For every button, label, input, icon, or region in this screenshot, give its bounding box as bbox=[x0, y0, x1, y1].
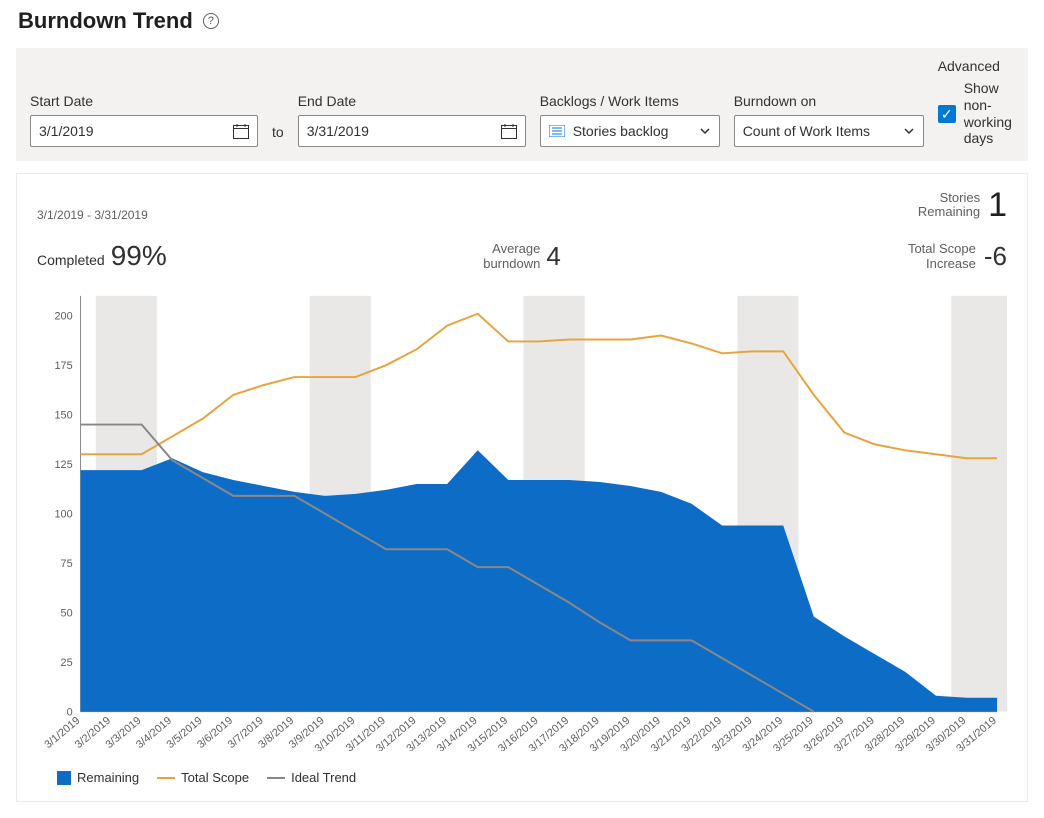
ideal-swatch bbox=[267, 777, 285, 779]
start-date-input[interactable]: 3/1/2019 bbox=[30, 115, 258, 147]
burndown-on-value: Count of Work Items bbox=[743, 123, 870, 139]
backlog-label: Backlogs / Work Items bbox=[540, 93, 720, 109]
calendar-icon bbox=[501, 124, 517, 139]
chart-card: 3/1/2019 - 3/31/2019 Stories Remaining 1… bbox=[16, 173, 1028, 802]
avg-burndown-label1: Average bbox=[492, 242, 540, 256]
legend-remaining: Remaining bbox=[57, 770, 139, 785]
legend-ideal-label: Ideal Trend bbox=[291, 770, 356, 785]
svg-text:100: 100 bbox=[54, 509, 72, 521]
show-nonworking-checkbox[interactable]: ✓ bbox=[938, 105, 956, 123]
stories-remaining-value: 1 bbox=[988, 188, 1007, 222]
chevron-down-icon bbox=[699, 125, 711, 137]
completed-value: 99% bbox=[111, 240, 167, 272]
end-date-label: End Date bbox=[298, 93, 526, 109]
scope-increase-value: -6 bbox=[984, 241, 1007, 272]
to-text: to bbox=[272, 124, 284, 147]
filter-bar: Start Date 3/1/2019 to End Date 3/31/201… bbox=[16, 48, 1028, 161]
backlog-value: Stories backlog bbox=[573, 123, 669, 139]
advanced-label: Advanced bbox=[938, 58, 1014, 74]
svg-text:175: 175 bbox=[54, 360, 72, 372]
avg-burndown-label2: burndown bbox=[483, 257, 540, 271]
burndown-on-label: Burndown on bbox=[734, 93, 924, 109]
svg-text:150: 150 bbox=[54, 410, 72, 422]
svg-text:50: 50 bbox=[61, 608, 73, 620]
svg-text:25: 25 bbox=[61, 657, 73, 669]
chevron-down-icon bbox=[903, 125, 915, 137]
legend-remaining-label: Remaining bbox=[77, 770, 139, 785]
calendar-icon bbox=[233, 124, 249, 139]
date-range-text: 3/1/2019 - 3/31/2019 bbox=[37, 208, 148, 222]
scope-increase-label2: Increase bbox=[926, 257, 976, 271]
start-date-label: Start Date bbox=[30, 93, 258, 109]
start-date-value: 3/1/2019 bbox=[39, 123, 94, 139]
end-date-input[interactable]: 3/31/2019 bbox=[298, 115, 526, 147]
backlog-icon bbox=[549, 125, 565, 137]
show-nonworking-label: Show non-working days bbox=[964, 80, 1014, 147]
remaining-swatch bbox=[57, 771, 71, 785]
legend-total-scope-label: Total Scope bbox=[181, 770, 249, 785]
legend-total-scope: Total Scope bbox=[157, 770, 249, 785]
svg-text:200: 200 bbox=[54, 311, 72, 323]
legend-ideal: Ideal Trend bbox=[267, 770, 356, 785]
completed-label: Completed bbox=[37, 252, 105, 268]
stories-remaining-label1: Stories bbox=[940, 191, 980, 205]
svg-text:125: 125 bbox=[54, 459, 72, 471]
scope-increase-label1: Total Scope bbox=[908, 242, 976, 256]
chart-legend: Remaining Total Scope Ideal Trend bbox=[37, 770, 1007, 785]
backlog-select[interactable]: Stories backlog bbox=[540, 115, 720, 147]
total-scope-swatch bbox=[157, 777, 175, 779]
avg-burndown-value: 4 bbox=[546, 241, 560, 272]
end-date-value: 3/31/2019 bbox=[307, 123, 369, 139]
burndown-on-select[interactable]: Count of Work Items bbox=[734, 115, 924, 147]
help-icon[interactable]: ? bbox=[203, 13, 219, 29]
burndown-chart: 02550751001251501752003/1/20193/2/20193/… bbox=[37, 286, 1007, 751]
stories-remaining-label2: Remaining bbox=[918, 205, 980, 219]
svg-text:75: 75 bbox=[61, 558, 73, 570]
page-title: Burndown Trend bbox=[18, 8, 193, 34]
